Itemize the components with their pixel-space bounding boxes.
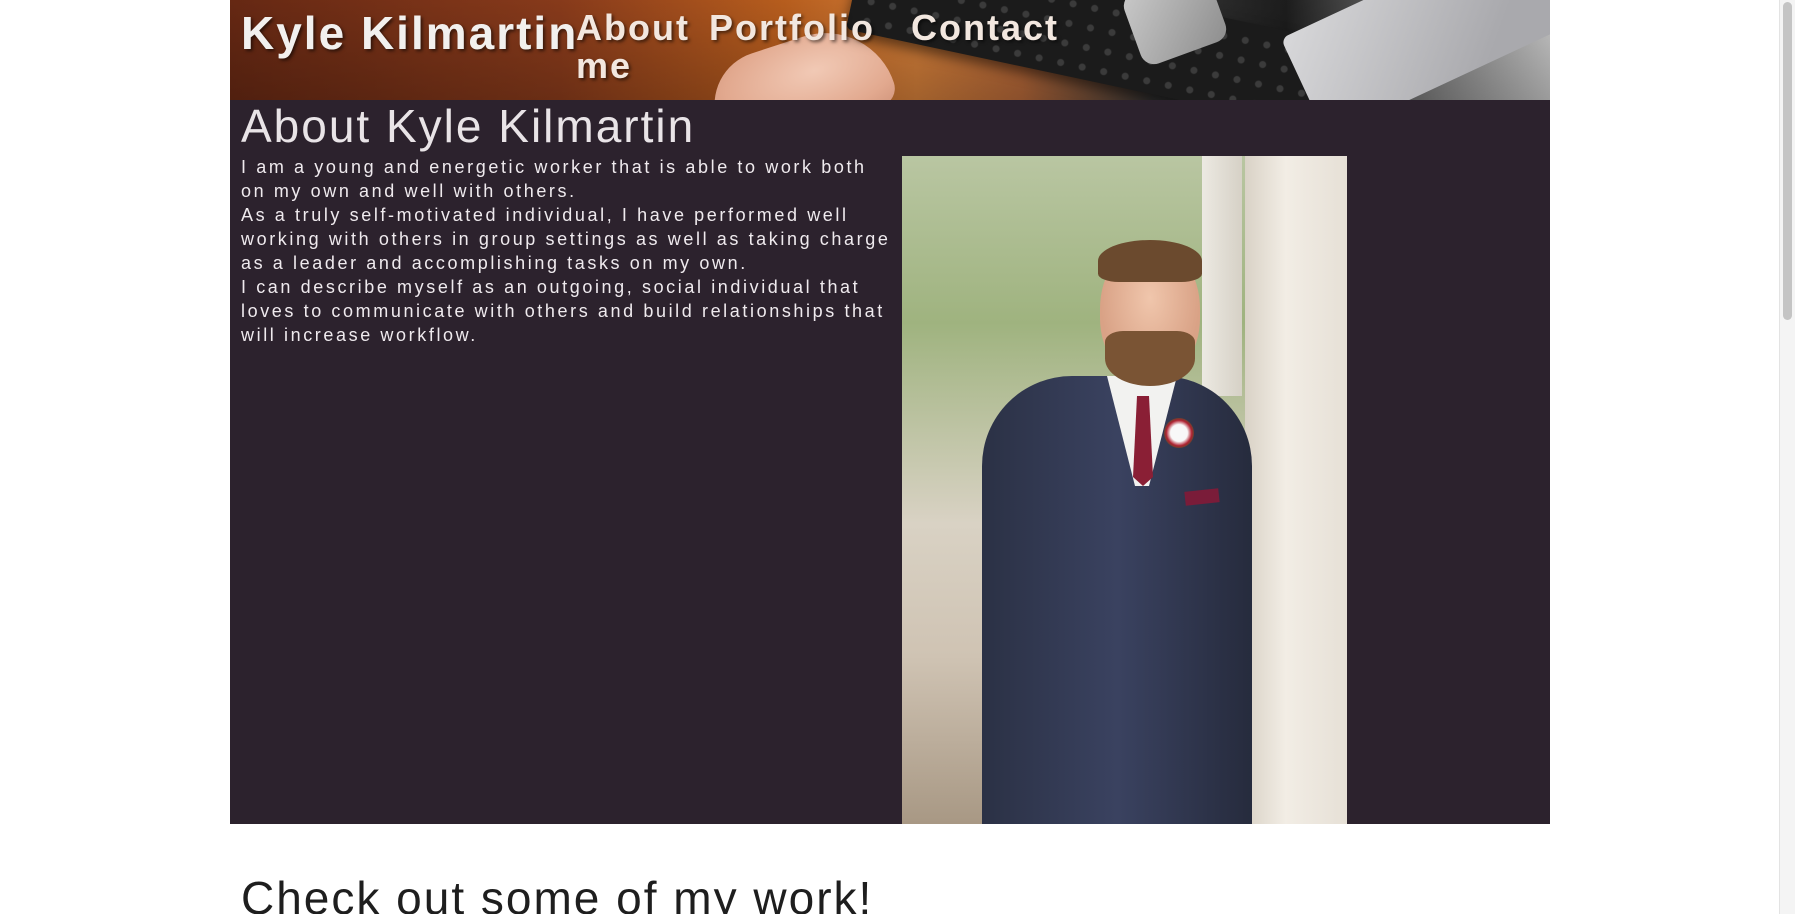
nav-link-about-me[interactable]: About me: [576, 9, 696, 85]
about-paragraph: As a truly self-motivated individual, I …: [241, 205, 891, 273]
vertical-scrollbar[interactable]: [1779, 0, 1795, 914]
about-paragraph: I am a young and energetic worker that i…: [241, 157, 867, 201]
about-section: About Kyle Kilmartin I am a young and en…: [230, 100, 1550, 824]
portrait-beard: [1105, 331, 1195, 386]
portrait-suit: [982, 376, 1252, 824]
about-text: I am a young and energetic worker that i…: [241, 155, 891, 347]
portrait-column: [1245, 156, 1347, 824]
about-heading: About Kyle Kilmartin: [241, 100, 696, 152]
portrait-background-pillar: [1202, 156, 1242, 396]
about-paragraph: I can describe myself as an outgoing, so…: [241, 277, 885, 345]
scrollbar-thumb[interactable]: [1783, 2, 1792, 320]
portrait-hair: [1098, 240, 1202, 282]
nav-link-portfolio[interactable]: Portfolio: [709, 9, 875, 47]
nav-link-contact[interactable]: Contact: [911, 9, 1059, 47]
portrait-photo: [902, 156, 1347, 824]
page: Kyle Kilmartin About me Portfolio Contac…: [0, 0, 1795, 914]
site-title: Kyle Kilmartin: [241, 7, 579, 59]
work-heading: Check out some of my work!: [241, 872, 874, 914]
portrait-boutonniere: [1164, 418, 1194, 448]
